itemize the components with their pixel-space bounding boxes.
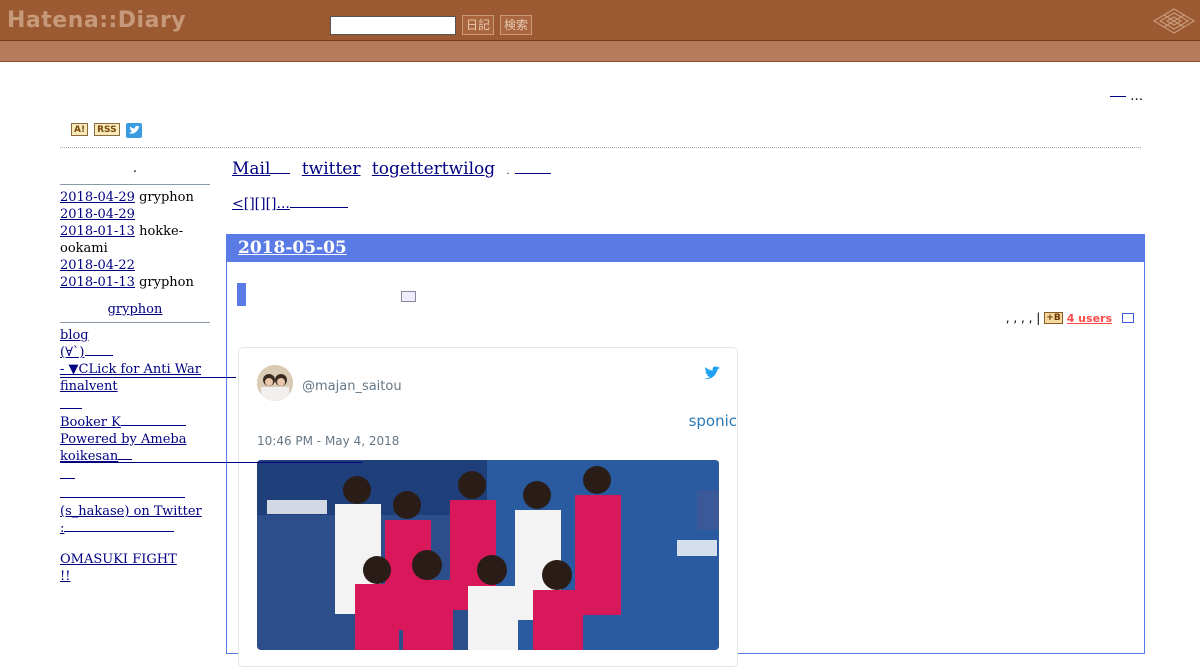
section-date-link[interactable]: 2018-05-05	[238, 238, 347, 258]
hatena-diary-logo[interactable]: Hatena::Diary	[7, 8, 186, 33]
bookmark-row: , , , , | +B 4 users	[1006, 311, 1134, 325]
tweet-timestamp[interactable]: 10:46 PM - May 4, 2018	[257, 434, 399, 448]
image-icon[interactable]	[401, 291, 416, 302]
sidebar-link[interactable]: finalvent	[60, 378, 210, 395]
search-input[interactable]	[330, 16, 456, 35]
add-bookmark-icon[interactable]: +B	[1044, 312, 1063, 324]
top-right-text: …	[1130, 89, 1144, 104]
day-section: 2018-05-05 , , , , | +B 4 users @majan_s…	[226, 234, 1145, 667]
twitter-icon[interactable]	[125, 123, 142, 138]
recent-item: 2018-04-29 gryphon	[60, 189, 210, 206]
blank-link[interactable]	[515, 159, 552, 179]
sidebar-link[interactable]: Powered by Ameba	[60, 431, 210, 448]
sidebar-divider	[60, 322, 210, 323]
sidebar-link[interactable]: (s_hakase) on Twitter	[60, 503, 210, 520]
recent-item: 2018-04-29	[60, 206, 210, 223]
recent-item: 2018-01-13 hokke-ookami	[60, 223, 210, 257]
recent-date-link[interactable]: 2018-01-13	[60, 224, 135, 239]
hatena-header-bar: Hatena::Diary 日記 検索	[0, 0, 1200, 41]
tweet-text: sponic	[688, 412, 737, 430]
sidebar-link[interactable]	[60, 484, 210, 503]
nav-dot: .	[506, 166, 510, 177]
recent-item: 2018-01-13 gryphon	[60, 274, 210, 291]
hatena-diamond-icon[interactable]	[1150, 6, 1198, 36]
sidebar: . 2018-04-29 gryphon 2018-04-29 2018-01-…	[60, 160, 210, 585]
recent-date-link[interactable]: 2018-01-13	[60, 275, 135, 290]
sidebar-link[interactable]: - ▼CLick for Anti War	[60, 361, 210, 378]
togetter-link[interactable]: togettertwilog	[372, 159, 495, 179]
recent-author: gryphon	[139, 275, 194, 290]
main-nav: Mail twitter togettertwilog .	[232, 156, 557, 179]
links-heading-link[interactable]: gryphon	[108, 302, 163, 317]
antenna-icon[interactable]: A!	[71, 123, 89, 136]
recent-date-link[interactable]: 2018-04-29	[60, 190, 135, 205]
sidebar-link[interactable]	[60, 465, 210, 484]
hatena-sub-bar	[0, 41, 1200, 62]
sidebar-link[interactable]: (∀`)	[60, 344, 210, 361]
tweet-username[interactable]: @majan_saitou	[302, 379, 402, 394]
diary-button[interactable]: 日記	[462, 15, 495, 35]
decorative-line	[60, 377, 236, 378]
links-heading: gryphon	[60, 301, 210, 318]
twitter-link[interactable]: twitter	[302, 159, 361, 179]
section-date-header: 2018-05-05	[227, 235, 1144, 262]
embedded-tweet[interactable]: @majan_saitou sponic 10:46 PM - May 4, 2…	[238, 347, 738, 667]
sidebar-link[interactable]: !!	[60, 568, 210, 585]
sidebar-divider	[60, 184, 210, 185]
recent-date-link[interactable]: 2018-04-29	[60, 207, 135, 222]
header-divider	[60, 147, 1141, 148]
bookmark-users-link[interactable]: 4 users	[1067, 312, 1112, 325]
top-right-link[interactable]	[1110, 96, 1126, 97]
decorative-line	[60, 462, 362, 463]
links-list: blog (∀`) - ▼CLick for Anti War finalven…	[60, 327, 210, 585]
sidebar-link[interactable]: OMASUKI FIGHT	[60, 551, 210, 568]
sidebar-link[interactable]: Booker K	[60, 414, 210, 431]
comment-icon[interactable]	[1122, 313, 1134, 323]
tweet-avatar[interactable]	[257, 365, 293, 401]
search-button[interactable]: 検索	[500, 15, 533, 35]
top-right-links: …	[1110, 89, 1143, 104]
feed-icons: A! RSS	[71, 123, 142, 138]
tweet-photo[interactable]	[257, 460, 719, 650]
sidebar-title-dot: .	[132, 161, 138, 176]
twitter-bird-icon[interactable]	[703, 366, 721, 385]
recent-comments-list: 2018-04-29 gryphon 2018-04-29 2018-01-13…	[60, 189, 210, 291]
recent-item: 2018-04-22	[60, 257, 210, 274]
prev-next-link[interactable]: <[][][]...	[232, 196, 348, 212]
sidebar-link[interactable]: blog	[60, 327, 210, 344]
rss-icon[interactable]: RSS	[94, 123, 120, 136]
sidebar-link[interactable]	[60, 395, 210, 414]
prev-next-nav: <[][][]...	[232, 196, 348, 212]
recent-date-link[interactable]: 2018-04-22	[60, 258, 135, 273]
entry-title-marker	[237, 283, 246, 306]
sidebar-link[interactable]: :	[60, 520, 210, 537]
bookmark-prefix: , , , , |	[1005, 311, 1041, 325]
mail-link[interactable]: Mail	[232, 159, 291, 179]
recent-author: gryphon	[139, 190, 194, 205]
